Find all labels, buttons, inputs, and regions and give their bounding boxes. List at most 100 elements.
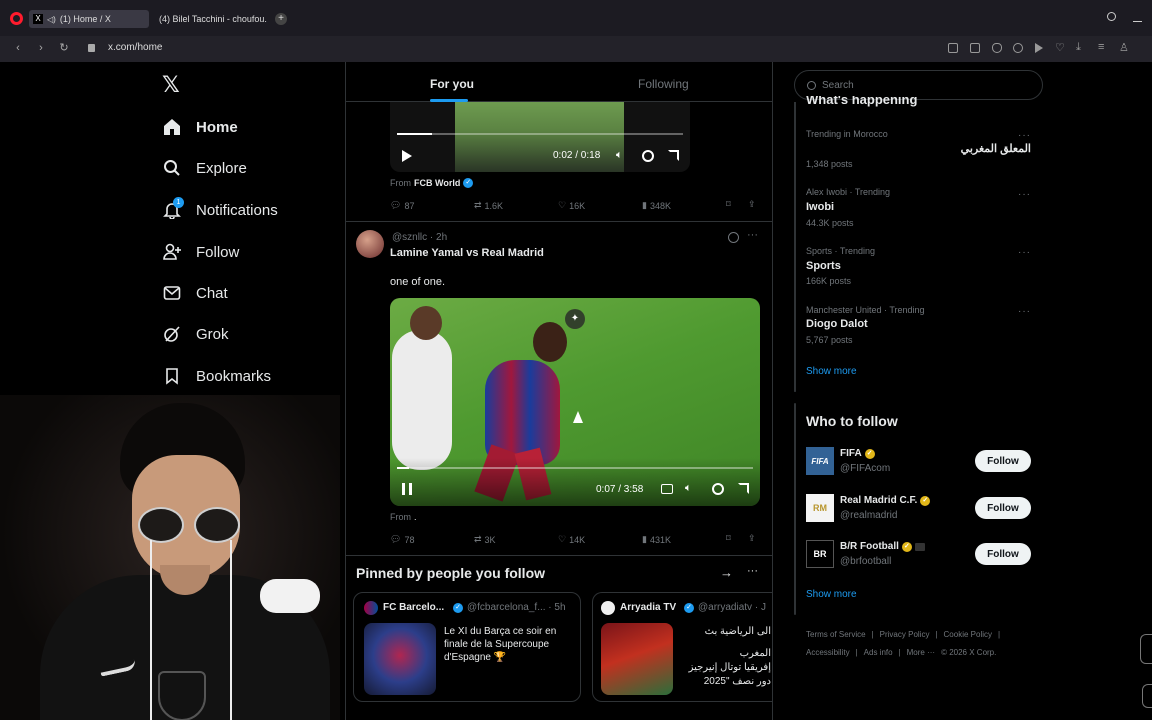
more-options-icon[interactable]: ··· [1018, 306, 1031, 317]
tab-for-you[interactable]: For you [430, 77, 474, 91]
views-button[interactable]: ▮ 431K [642, 534, 671, 545]
speaker-icon[interactable]: ◁) [47, 15, 56, 24]
reload-icon[interactable]: ↻ [57, 41, 71, 55]
follow-button[interactable]: Follow [975, 450, 1031, 472]
account-handle: @FIFAcom [840, 463, 891, 474]
account-name[interactable]: B/R Football ✓ [840, 541, 925, 552]
sidebar-item-home[interactable]: Home [162, 113, 238, 141]
new-tab-icon[interactable]: + [275, 13, 287, 25]
show-more-link[interactable]: Show more [806, 366, 857, 377]
like-button[interactable]: ♡ 16K [558, 200, 585, 211]
trend-posts: 166K posts [806, 276, 852, 286]
trend-name[interactable]: المعلق المغربي [930, 142, 1031, 155]
video-time: 0:02 / 0:18 [553, 150, 601, 161]
shield-icon[interactable] [992, 43, 1002, 53]
repost-button[interactable]: ⇄ 3K [474, 534, 496, 545]
sidebar-item-chat[interactable]: Chat [162, 279, 228, 307]
settings-icon[interactable] [642, 150, 654, 162]
card-text-line: الى الرياضية بث [704, 626, 771, 637]
arrow-right-icon[interactable]: → [720, 565, 733, 580]
camera-icon[interactable] [970, 43, 980, 53]
bookmark-button[interactable]: ⌑ [726, 533, 731, 544]
heart-icon[interactable]: ♡ [1055, 41, 1065, 54]
footer-link[interactable]: Terms of Service [806, 628, 866, 642]
from-account[interactable]: FCB World [414, 178, 460, 188]
trend-sub: Trending in Morocco [806, 129, 888, 139]
account-name[interactable]: FIFA ✓ [840, 448, 875, 459]
reply-button[interactable]: 💬︎ 87 [390, 200, 414, 211]
more-options-icon[interactable]: ··· [1018, 247, 1031, 258]
browser-search-icon[interactable] [1107, 12, 1116, 21]
play-icon[interactable] [402, 150, 412, 162]
captions-icon[interactable] [661, 484, 673, 494]
browser-tab[interactable]: (4) Bilel Tacchini - choufou... [151, 10, 267, 28]
reply-button[interactable]: 💬︎ 78 [390, 534, 414, 545]
side-panel-widget[interactable] [1140, 634, 1152, 664]
sidebar-item-bookmarks[interactable]: Bookmarks [162, 362, 271, 390]
sidebar-item-notifications[interactable]: 1 Notifications [162, 196, 278, 224]
play-icon[interactable] [1035, 43, 1043, 53]
grok-enhance-icon[interactable]: ✦ [565, 309, 585, 329]
more-options-icon[interactable]: ··· [1018, 130, 1031, 141]
trend-name[interactable]: Sports [806, 260, 841, 272]
sidebar-item-label: Home [196, 118, 238, 136]
fullscreen-icon[interactable] [668, 150, 679, 161]
footer-link[interactable]: Accessibility [806, 646, 850, 660]
snapshot-icon[interactable] [948, 43, 958, 53]
download-icon[interactable]: ⤓ [1076, 41, 1081, 54]
menu-icon[interactable]: ≡ [1098, 41, 1104, 53]
share-button[interactable]: ⇪ [748, 199, 756, 210]
video-progress-track[interactable] [397, 133, 683, 135]
volume-icon[interactable]: 🔈︎ [685, 482, 692, 495]
more-options-icon[interactable]: ··· [747, 229, 758, 241]
avatar[interactable] [356, 230, 384, 258]
volume-icon[interactable]: 🔈︎ [616, 149, 623, 162]
forward-icon[interactable]: › [34, 41, 48, 55]
avatar[interactable]: FIFA [806, 447, 834, 475]
opera-logo-icon[interactable] [10, 12, 23, 25]
avatar[interactable]: RM [806, 494, 834, 522]
sidebar-item-follow[interactable]: Follow [162, 238, 239, 266]
fullscreen-icon[interactable] [738, 483, 749, 494]
back-icon[interactable]: ‹ [11, 41, 25, 55]
minimize-icon[interactable] [1133, 21, 1142, 22]
profile-icon[interactable]: ♙ [1119, 41, 1129, 54]
player-white-head [410, 306, 442, 340]
footer-link[interactable]: Privacy Policy [880, 628, 930, 642]
follow-button[interactable]: Follow [975, 497, 1031, 519]
more-options-icon[interactable]: ··· [1018, 189, 1031, 200]
share-button[interactable]: ⇪ [748, 533, 756, 544]
pinned-card[interactable]: FC Barcelo... ✓ @fcbarcelona_f... · 5h L… [353, 592, 581, 702]
account-name[interactable]: Real Madrid C.F. ✓ [840, 495, 931, 506]
like-button[interactable]: ♡ 14K [558, 534, 585, 545]
video-progress-track[interactable] [397, 467, 753, 469]
follow-button[interactable]: Follow [975, 543, 1031, 565]
footer-link[interactable]: Cookie Policy [944, 628, 992, 642]
trend-name[interactable]: Iwobi [806, 201, 834, 213]
url-field[interactable]: x.com/home [108, 42, 162, 53]
bookmark-button[interactable]: ⌑ [726, 199, 731, 210]
tab-following[interactable]: Following [638, 77, 689, 91]
avatar[interactable]: BR [806, 540, 834, 568]
post2-video[interactable] [390, 298, 760, 506]
show-more-link[interactable]: Show more [806, 589, 857, 600]
extension-icon[interactable] [1013, 43, 1023, 53]
repost-button[interactable]: ⇄ 1.6K [474, 200, 503, 211]
pause-icon[interactable] [402, 483, 412, 495]
settings-icon[interactable] [712, 483, 724, 495]
sidebar-item-grok[interactable]: Grok [162, 320, 229, 348]
browser-tab-active[interactable]: X ◁) (1) Home / X [29, 10, 149, 28]
from-account[interactable]: . [414, 512, 417, 522]
sidebar-item-explore[interactable]: Explore [162, 154, 247, 182]
post-handle[interactable]: @sznllc · 2h [392, 232, 447, 243]
grok-post-icon[interactable] [728, 232, 739, 243]
trend-name[interactable]: Diogo Dalot [806, 318, 868, 330]
views-button[interactable]: ▮ 348K [642, 200, 671, 211]
side-panel-widget[interactable] [1142, 684, 1152, 708]
more-options-icon[interactable]: ··· [747, 565, 758, 577]
footer-link[interactable]: More ··· [907, 646, 935, 660]
video-progress-fill [397, 133, 432, 135]
pinned-card[interactable]: Arryadia TV ✓ @arryadiatv · J الى الرياض… [592, 592, 772, 702]
x-logo-icon[interactable]: 𝕏 [162, 73, 180, 98]
footer-link[interactable]: Ads info [864, 646, 893, 660]
